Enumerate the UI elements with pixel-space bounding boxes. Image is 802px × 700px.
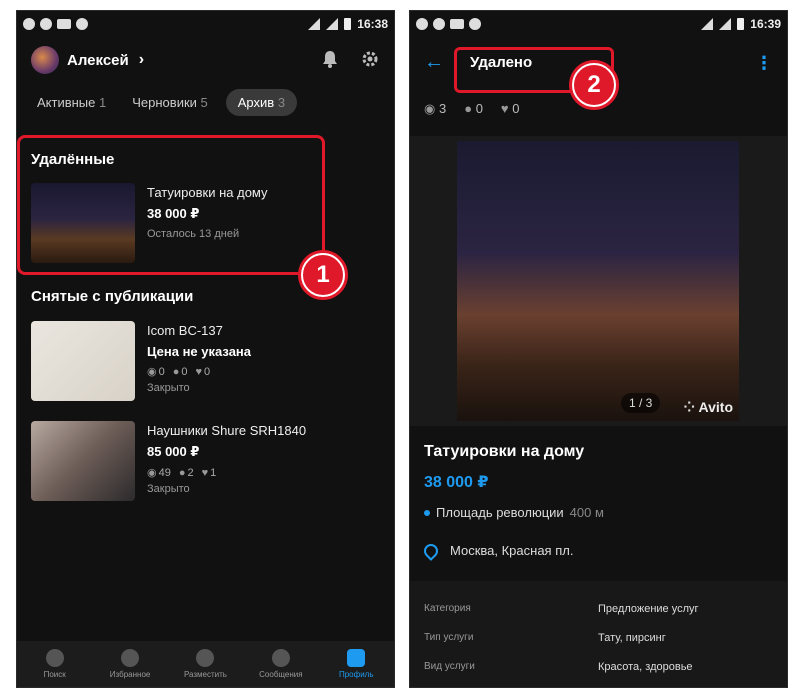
nav-profile[interactable]: Профиль [321, 649, 391, 679]
profile-icon [347, 649, 366, 667]
heart-icon: ♥ [201, 466, 209, 479]
bell-icon[interactable] [320, 49, 340, 69]
signal-icon [719, 18, 732, 30]
section-title-deleted: Удалённые [31, 151, 115, 168]
tab-active[interactable]: Активные 1 [29, 89, 114, 116]
status-icon [40, 18, 52, 30]
listing-title: Татуировки на дому [147, 185, 268, 200]
section-title-unpublished: Снятые с публикации [31, 288, 194, 305]
listing-photo[interactable]: 1 / 3 ⁘ Avito [457, 141, 739, 421]
plus-icon [196, 649, 215, 667]
listing-price: 85 000 ₽ [147, 444, 200, 459]
avatar[interactable] [31, 46, 59, 74]
status-time: 16:39 [750, 17, 781, 31]
metro-icon [424, 509, 430, 516]
photo-counter: 1 / 3 [621, 393, 661, 413]
listing-title: Наушники Shure SRH1840 [147, 423, 307, 438]
listing-thumbnail [31, 183, 135, 263]
listing-status: Закрыто [147, 382, 190, 394]
listing-note: Осталось 13 дней [147, 228, 240, 240]
chevron-right-icon: › [138, 51, 145, 68]
listing-stats: ◉ 3 ● 0 ♥ 0 [424, 101, 520, 116]
wifi-icon [701, 18, 714, 30]
location-pin-icon [421, 540, 441, 561]
listing-price: 38 000 ₽ [147, 206, 200, 221]
nav-messages[interactable]: Сообщения [246, 649, 316, 679]
address[interactable]: Москва, Красная пл. [421, 540, 573, 561]
status-icon [433, 18, 445, 30]
back-arrow-icon[interactable]: ← [424, 51, 444, 74]
youtube-icon [450, 19, 464, 29]
listing-stats: ◉ 49 ● 2 ♥ 1 [147, 466, 217, 480]
tab-archive[interactable]: Архив 3 [225, 89, 298, 116]
listing-price: Цена не указана [147, 344, 251, 359]
avito-logo-icon: ⁘ [683, 399, 696, 415]
listing-thumbnail [31, 421, 135, 501]
status-bar: 16:38 [17, 11, 394, 39]
nav-post[interactable]: Разместить [170, 649, 240, 679]
photo-gallery[interactable]: 1 / 3 ⁘ Avito [410, 136, 787, 426]
list-item[interactable]: Татуировки на дому 38 000 ₽ Осталось 13 … [31, 183, 371, 263]
gear-icon[interactable] [360, 49, 380, 69]
status-time: 16:38 [357, 17, 388, 31]
bottom-navigation: Поиск Избранное Разместить Сообщения Про… [17, 641, 394, 687]
parameters-table: Категория Предложение услуг Тип услуги Т… [410, 581, 787, 687]
eye-icon: ◉ [424, 101, 436, 116]
status-icon [469, 18, 481, 30]
list-item[interactable]: Наушники Shure SRH1840 85 000 ₽ ◉ 49 ● 2 ♥… [31, 421, 371, 501]
heart-icon: ♥ [195, 365, 203, 378]
tab-drafts[interactable]: Черновики 5 [124, 89, 216, 116]
watermark: ⁘ Avito [683, 399, 733, 415]
status-icon [416, 18, 428, 30]
heart-icon [121, 649, 140, 667]
chat-icon [271, 649, 290, 667]
step-badge: 1 [301, 253, 345, 297]
listing-tabs: Активные 1 Черновики 5 Архив 3 [29, 89, 298, 116]
profile-header[interactable]: Алексей › [31, 43, 144, 77]
nav-favorites[interactable]: Избранное [95, 649, 165, 679]
search-icon [45, 649, 64, 667]
page-title: Удалено [470, 54, 533, 71]
listing-title: Icom BC-137 [147, 323, 223, 338]
more-options-icon[interactable]: ⋮ [755, 53, 773, 74]
listing-detail-screen: 16:39 ← Удалено ⋮ 2 ◉ 3 ● 0 ♥ 0 1 / 3 ⁘ … [409, 10, 788, 688]
user-name[interactable]: Алексей [67, 52, 129, 69]
status-icon [23, 18, 35, 30]
status-icon [76, 18, 88, 30]
person-icon: ● [172, 365, 180, 378]
wifi-icon [308, 18, 321, 30]
list-item[interactable]: Icom BC-137 Цена не указана ◉ 0 ● 0 ♥ 0 Зак… [31, 321, 371, 401]
listing-thumbnail [31, 321, 135, 401]
step-badge: 2 [572, 63, 616, 107]
metro-station: Площадь революции 400 м [424, 505, 604, 520]
profile-archive-screen: 16:38 Алексей › Активные 1 Черновики 5 А… [16, 10, 395, 688]
signal-icon [326, 18, 339, 30]
eye-icon: ◉ [147, 366, 157, 378]
listing-price: 38 000 ₽ [424, 474, 489, 491]
nav-search[interactable]: Поиск [20, 649, 90, 679]
battery-icon [344, 18, 352, 30]
heart-icon: ♥ [500, 101, 509, 116]
listing-stats: ◉ 0 ● 0 ♥ 0 [147, 365, 211, 379]
person-icon: ● [464, 101, 473, 116]
youtube-icon [57, 19, 71, 29]
listing-status: Закрыто [147, 483, 190, 495]
battery-icon [737, 18, 745, 30]
status-bar: 16:39 [410, 11, 787, 39]
eye-icon: ◉ [147, 467, 157, 479]
listing-title: Татуировки на дому [424, 443, 585, 460]
person-icon: ● [178, 466, 186, 479]
